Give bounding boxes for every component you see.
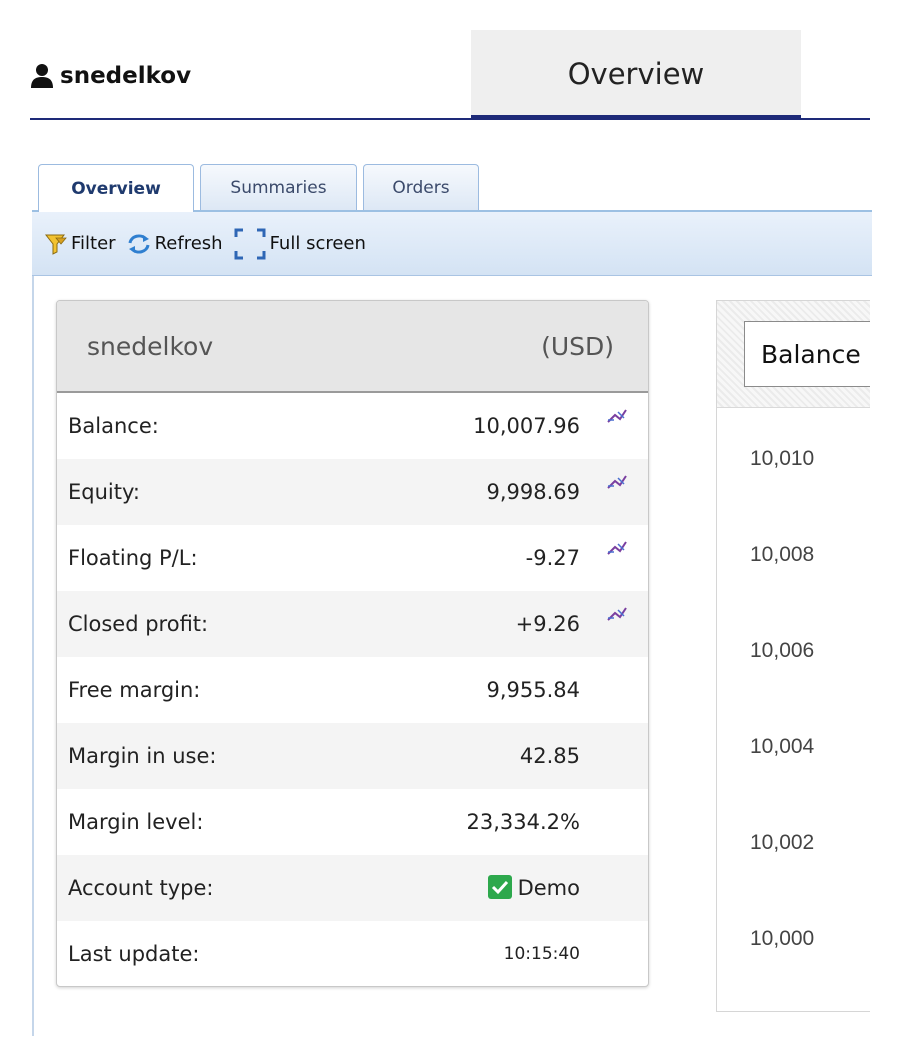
y-tick-label: 10,010	[750, 447, 814, 470]
chart-line-icon[interactable]	[606, 404, 628, 426]
chart-line-icon[interactable]	[606, 602, 628, 624]
row-closed-profit: Closed profit: +9.26	[57, 591, 648, 657]
y-tick-label: 10,004	[750, 735, 815, 758]
row-value: 42.85	[519, 744, 580, 768]
toolbar: Filter Refresh Full screen	[32, 212, 872, 276]
user-icon	[31, 64, 53, 88]
content-left-border	[32, 276, 34, 1036]
user-badge: snedelkov	[30, 60, 191, 92]
y-tick-label: 10,008	[750, 543, 814, 566]
row-margin-in-use: Margin in use: 42.85	[57, 723, 648, 789]
row-margin-level: Margin level: 23,334.2%	[57, 789, 648, 855]
row-balance: Balance: 10,007.96	[57, 393, 648, 459]
fullscreen-button[interactable]: Full screen	[233, 227, 366, 261]
row-label: Last update:	[68, 942, 200, 966]
chart-line-icon[interactable]	[606, 470, 628, 492]
top-header: snedelkov Overview	[30, 30, 870, 120]
tab-orders-label: Orders	[392, 177, 450, 198]
tab-orders[interactable]: Orders	[363, 164, 479, 210]
tab-summaries[interactable]: Summaries	[200, 164, 357, 210]
row-last-update: Last update: 10:15:40	[57, 921, 648, 986]
row-value-account-type: Demo	[487, 874, 580, 901]
row-floating-pl: Floating P/L: -9.27	[57, 525, 648, 591]
tab-overview-label: Overview	[71, 179, 161, 199]
row-value: 9,955.84	[486, 678, 580, 702]
balance-chart-panel: Balance 10,010 10,008 10,006 10,004 10,002 10…	[716, 300, 870, 1012]
row-label: Free margin:	[68, 678, 201, 702]
row-label: Floating P/L:	[68, 546, 198, 570]
row-value: -9.27	[525, 546, 580, 570]
chart-panel-header: Balance	[717, 301, 870, 408]
filter-label: Filter	[71, 233, 116, 254]
tab-overview[interactable]: Overview	[38, 164, 194, 213]
balance-chart: 10,010 10,008 10,006 10,004 10,002 10,000	[750, 447, 815, 950]
tab-overview-main[interactable]: Overview	[471, 30, 801, 120]
row-label: Account type:	[68, 876, 214, 900]
y-tick-label: 10,006	[750, 639, 814, 662]
account-type-value: Demo	[517, 875, 580, 900]
y-tick-label: 10,002	[750, 831, 814, 854]
row-value: 23,334.2%	[466, 810, 580, 834]
refresh-button[interactable]: Refresh	[126, 232, 223, 256]
row-value: 10,007.96	[473, 414, 580, 438]
header-divider	[30, 118, 870, 120]
row-account-type: Account type: Demo	[57, 855, 648, 921]
account-currency: (USD)	[541, 331, 614, 361]
account-card-header: snedelkov (USD)	[57, 301, 648, 393]
account-summary-card: snedelkov (USD) Balance: 10,007.96 Equit…	[56, 300, 649, 987]
row-equity: Equity: 9,998.69	[57, 459, 648, 525]
filter-button[interactable]: Filter	[44, 232, 116, 256]
row-label: Margin in use:	[68, 744, 217, 768]
row-label: Equity:	[68, 480, 140, 504]
row-label: Balance:	[68, 414, 159, 438]
tab-summaries-label: Summaries	[230, 177, 327, 198]
row-value: +9.26	[515, 612, 580, 636]
row-value: 10:15:40	[503, 944, 580, 964]
refresh-label: Refresh	[154, 233, 223, 254]
chart-metric-value: Balance	[761, 339, 861, 369]
y-tick-label: 10,000	[750, 927, 814, 950]
refresh-icon	[128, 234, 150, 253]
row-free-margin: Free margin: 9,955.84	[57, 657, 648, 723]
fullscreen-icon	[234, 228, 266, 259]
fullscreen-label: Full screen	[269, 233, 366, 254]
user-name: snedelkov	[60, 63, 192, 89]
tab-overview-main-label: Overview	[567, 57, 705, 91]
account-name: snedelkov	[87, 331, 214, 361]
row-label: Closed profit:	[68, 612, 209, 636]
chart-metric-select[interactable]: Balance	[744, 321, 870, 387]
row-label: Margin level:	[68, 810, 204, 834]
filter-icon	[44, 234, 67, 255]
chart-line-icon[interactable]	[606, 536, 628, 558]
checkmark-icon	[487, 874, 512, 899]
row-value: 9,998.69	[486, 480, 580, 504]
